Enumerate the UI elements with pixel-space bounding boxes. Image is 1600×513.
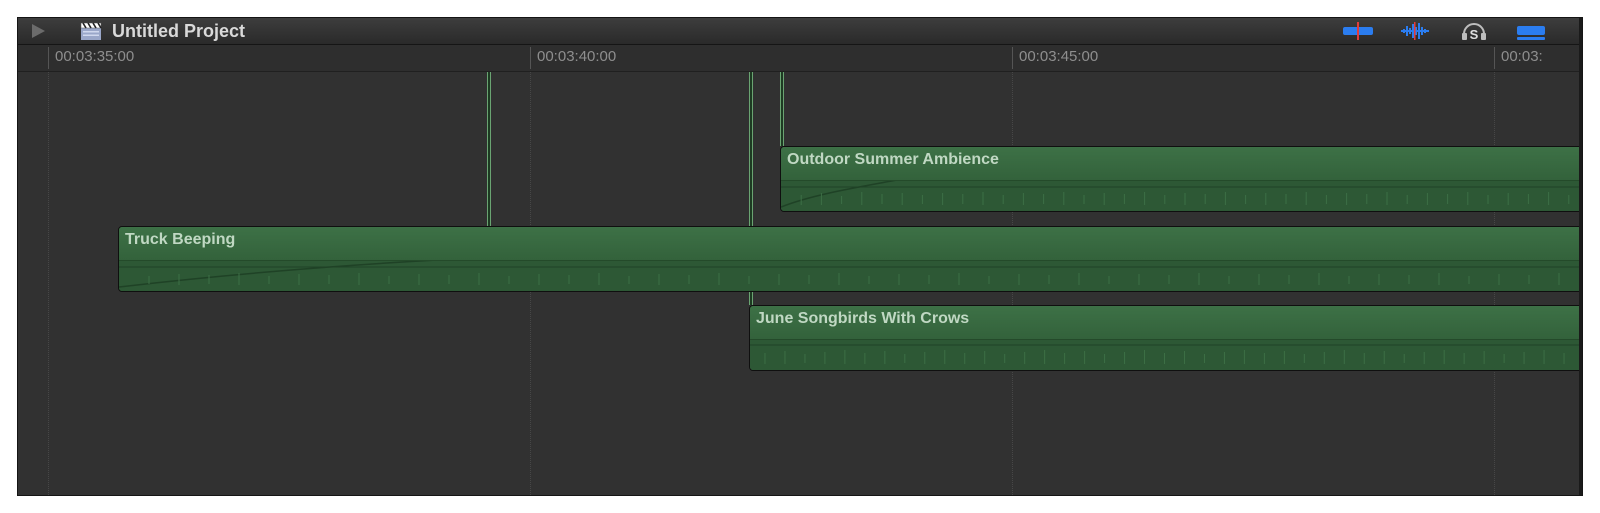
solo-icon[interactable]: S (1459, 21, 1489, 41)
grid-line (48, 72, 49, 495)
clip-header: Outdoor Summer Ambience (781, 147, 1582, 181)
audio-clip-june-songbirds-with-crows[interactable]: June Songbirds With Crows (749, 305, 1582, 371)
audio-clip-truck-beeping[interactable]: Truck Beeping (118, 226, 1582, 292)
clip-connection-line (487, 72, 491, 226)
timeline-window: Untitled Project S 00:03:35:00 00:03:40:… (17, 17, 1583, 496)
audio-waveform (119, 261, 1582, 291)
skimming-icon[interactable] (1342, 21, 1374, 41)
vertical-scrollbar[interactable] (1579, 18, 1582, 495)
clapperboard-icon (80, 22, 102, 40)
ruler-tick (530, 47, 531, 69)
ruler-timecode: 00:03: (1501, 48, 1543, 65)
ruler-tick (1012, 47, 1013, 69)
clip-name: Outdoor Summer Ambience (787, 151, 999, 168)
ruler-timecode: 00:03:45:00 (1019, 48, 1099, 65)
svg-text:S: S (1470, 27, 1479, 41)
ruler-timecode: 00:03:35:00 (55, 48, 135, 65)
project-title: Untitled Project (112, 21, 246, 41)
ruler-tick (48, 47, 49, 69)
clip-header: Truck Beeping (119, 227, 1582, 261)
timeline-header-bar: Untitled Project S (18, 18, 1582, 45)
audio-skimming-icon[interactable] (1399, 21, 1431, 41)
snapping-icon[interactable] (1515, 21, 1547, 41)
audio-clip-outdoor-summer-ambience[interactable]: Outdoor Summer Ambience (780, 146, 1582, 212)
clip-connection-line (780, 72, 784, 146)
audio-waveform (750, 340, 1582, 370)
clip-name: Truck Beeping (125, 231, 236, 248)
ruler-tick (1494, 47, 1495, 69)
clip-header: June Songbirds With Crows (750, 306, 1582, 340)
ruler-timecode: 00:03:40:00 (537, 48, 617, 65)
play-icon[interactable] (32, 24, 45, 38)
timeline-track-area[interactable]: Outdoor Summer Ambience Truck Beeping Ju… (18, 72, 1582, 495)
clip-name: June Songbirds With Crows (756, 310, 970, 327)
audio-waveform (781, 181, 1582, 211)
timeline-ruler[interactable]: 00:03:35:00 00:03:40:00 00:03:45:00 00:0… (18, 45, 1582, 72)
